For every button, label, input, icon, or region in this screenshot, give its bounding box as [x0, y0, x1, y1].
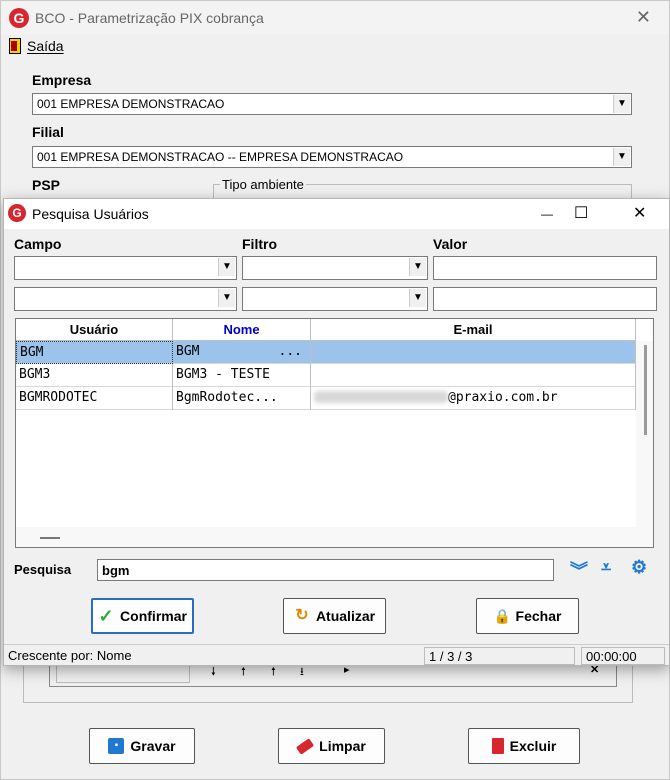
cell-email [311, 364, 636, 387]
checkmark-icon: ✓ [98, 606, 114, 626]
app-logo-icon: G [8, 204, 26, 222]
cell-usuario: BGM [16, 341, 173, 364]
empresa-select[interactable]: 001 EMPRESA DEMONSTRACAO ▼ [32, 93, 632, 115]
trash-icon [491, 738, 504, 754]
pesquisa-input[interactable]: bgm [97, 559, 554, 581]
minimize-button[interactable]: — [541, 207, 553, 221]
fechar-button[interactable]: 🔒 Fechar [476, 598, 579, 634]
redacted-email-part [314, 391, 448, 403]
filtro-label: Filtro [242, 236, 277, 252]
status-bar: Crescente por: Nome 1 / 3 / 3 00:00:00 [4, 644, 669, 666]
table-row[interactable]: BGM3 BGM3 - TESTE [16, 364, 636, 387]
chevron-down-icon[interactable]: ▼ [218, 289, 235, 307]
table-row[interactable]: BGMRODOTEC BgmRodotec... @praxio.com.br [16, 387, 636, 410]
excluir-button[interactable]: Excluir [468, 728, 580, 764]
window-title: BCO - Parametrização PIX cobrança [35, 10, 264, 26]
table-row[interactable]: BGM BGM... [16, 341, 636, 364]
cell-nome: BGM... [173, 341, 311, 364]
dialog-title-bar: G Pesquisa Usuários — ☐ ✕ [4, 199, 669, 229]
confirmar-button[interactable]: ✓ Confirmar [91, 598, 194, 634]
chevron-down-icon[interactable]: ▼ [613, 95, 630, 113]
horizontal-scrollbar[interactable] [16, 527, 653, 547]
cell-nome: BGM3 - TESTE [173, 364, 311, 387]
campo-select-1[interactable]: ▼ [14, 256, 237, 280]
cell-usuario: BGMRODOTEC [16, 387, 173, 410]
eraser-icon [296, 737, 315, 755]
dialog-title: Pesquisa Usuários [32, 206, 149, 222]
status-sort-order: Crescente por: Nome [8, 648, 132, 663]
chevron-down-to-end-icon[interactable]: ⩡ [601, 557, 611, 578]
usuarios-grid[interactable]: Usuário Nome E-mail BGM BGM... BGM3 BGM3… [15, 318, 654, 548]
limpar-button[interactable]: Limpar [278, 728, 385, 764]
campo-label: Campo [14, 236, 62, 252]
campo-select-2[interactable]: ▼ [14, 287, 237, 311]
lock-icon: 🔒 [493, 608, 511, 624]
valor-label: Valor [433, 236, 468, 252]
cell-usuario: BGM3 [16, 364, 173, 387]
status-record-count: 1 / 3 / 3 [424, 647, 575, 665]
filial-label: Filial [32, 124, 64, 140]
floppy-disk-icon: ▪ [108, 738, 125, 754]
valor-input-2[interactable] [433, 287, 657, 311]
gravar-button[interactable]: ▪ Gravar [89, 728, 195, 764]
exit-door-icon [9, 38, 21, 54]
valor-input-1[interactable] [433, 256, 657, 280]
chevron-down-icon[interactable]: ▼ [409, 258, 426, 276]
maximize-button[interactable]: ☐ [574, 203, 588, 223]
empresa-label: Empresa [32, 72, 92, 88]
pesquisa-label: Pesquisa [14, 562, 72, 577]
double-chevron-down-icon[interactable]: ︾ [570, 557, 588, 583]
cell-nome: BgmRodotec... [173, 387, 311, 410]
filial-select[interactable]: 001 EMPRESA DEMONSTRACAO -- EMPRESA DEMO… [32, 146, 632, 168]
chevron-down-icon[interactable]: ▼ [409, 289, 426, 307]
column-header-email[interactable]: E-mail [311, 319, 636, 341]
menu-saida[interactable]: Saída [9, 38, 64, 54]
pesquisa-usuarios-dialog: G Pesquisa Usuários — ☐ ✕ Campo Filtro V… [3, 198, 670, 666]
column-header-nome[interactable]: Nome [173, 319, 311, 341]
main-title-bar: G BCO - Parametrização PIX cobrança ✕ [1, 1, 669, 35]
chevron-down-icon[interactable]: ▼ [613, 148, 630, 166]
cell-email: @praxio.com.br [311, 387, 636, 410]
refresh-icon: ↻ [295, 607, 309, 624]
atualizar-button[interactable]: ↻ Atualizar [283, 598, 386, 634]
psp-label: PSP [32, 177, 61, 193]
cell-email [311, 341, 636, 364]
gear-icon[interactable]: ⚙ [631, 557, 647, 578]
app-logo-icon: G [9, 8, 29, 28]
status-elapsed-time: 00:00:00 [581, 647, 665, 665]
tipo-ambiente-label: Tipo ambiente [220, 177, 306, 192]
horizontal-scroll-thumb[interactable] [40, 537, 60, 539]
filtro-select-2[interactable]: ▼ [242, 287, 428, 311]
filtro-select-1[interactable]: ▼ [242, 256, 428, 280]
chevron-down-icon[interactable]: ▼ [218, 258, 235, 276]
close-dialog-button[interactable]: ✕ [633, 203, 646, 223]
vertical-scroll-thumb[interactable] [644, 345, 647, 435]
column-header-usuario[interactable]: Usuário [16, 319, 173, 341]
close-window-button[interactable]: ✕ [636, 7, 651, 28]
